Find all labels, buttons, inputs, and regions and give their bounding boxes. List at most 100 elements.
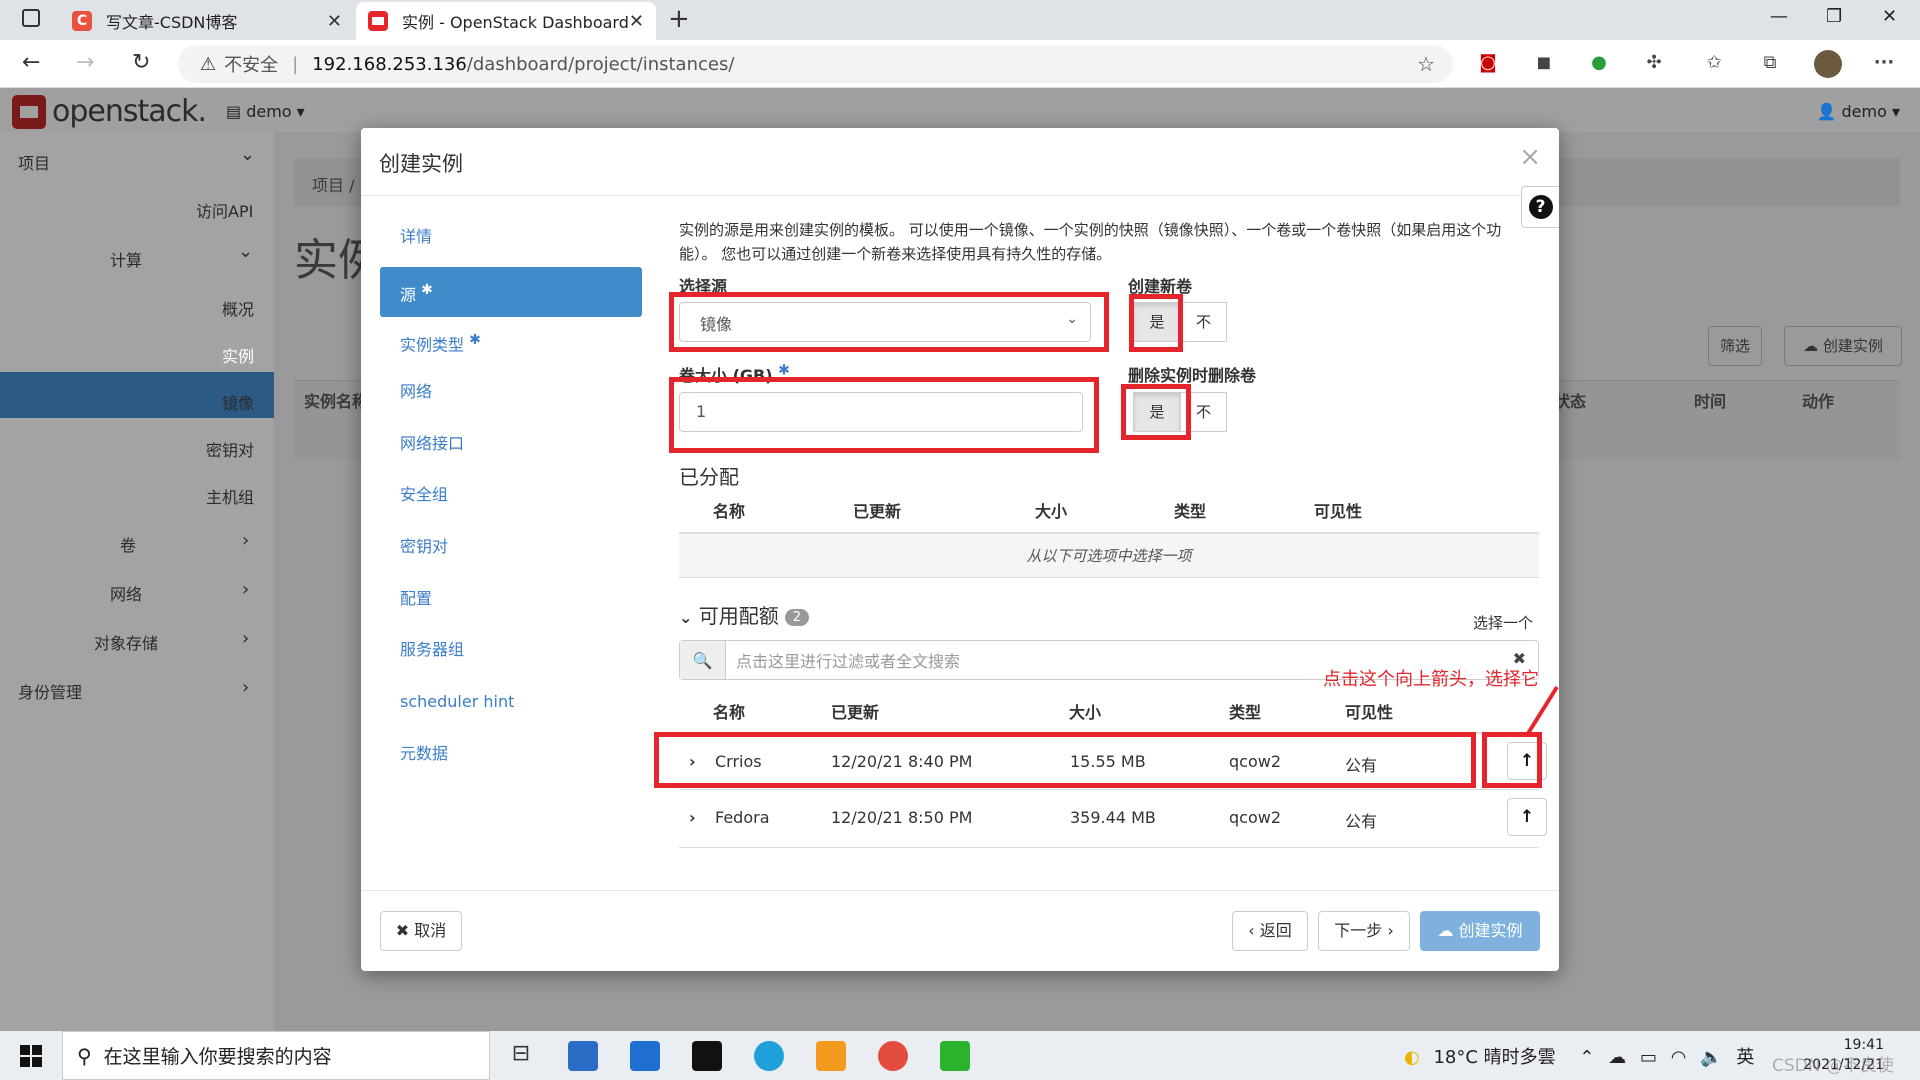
extension-game-icon[interactable]: ◼: [1532, 52, 1556, 76]
sidebar-item-keypairs[interactable]: 密钥对: [206, 437, 254, 461]
sidebar-item-access-api[interactable]: 访问API: [196, 198, 253, 222]
step-scheduler-hint[interactable]: scheduler hint: [380, 679, 642, 729]
collections-icon[interactable]: ⧉: [1758, 52, 1782, 76]
browser-toolbar: ← → ↻ ⚠ 不安全 | 192.168.253.136 /dashboard…: [0, 40, 1920, 88]
top-nav: openstack. ▤ demo ▾ 👤 demo ▾: [0, 88, 1920, 132]
sidebar-item-network[interactable]: 网络 ›: [110, 579, 249, 605]
address-bar[interactable]: ⚠ 不安全 | 192.168.253.136 /dashboard/proje…: [178, 45, 1453, 83]
back-arrow-icon[interactable]: ←: [22, 50, 40, 75]
sidebar-item-project[interactable]: 项目 ⌄: [18, 144, 255, 174]
battery-icon[interactable]: ▭: [1640, 1047, 1657, 1068]
expand-chevron-icon[interactable]: ›: [689, 808, 696, 827]
sidebar-item-label: 访问API: [196, 202, 254, 221]
cloud-icon[interactable]: ☁: [1608, 1047, 1626, 1068]
step-label: 网络: [400, 382, 433, 401]
create-volume-no-button[interactable]: 不: [1180, 303, 1226, 341]
sidebar-item-identity[interactable]: 身份管理 ›: [18, 677, 249, 703]
tab-actions-icon[interactable]: [22, 9, 40, 27]
favorites-icon[interactable]: ✩: [1702, 52, 1726, 76]
profile-avatar[interactable]: [1814, 50, 1842, 78]
separator: |: [292, 53, 299, 75]
cancel-button[interactable]: ✖ 取消: [380, 911, 462, 951]
breadcrumb[interactable]: 项目 /: [312, 172, 354, 196]
store-icon[interactable]: [568, 1041, 598, 1071]
app-red-icon[interactable]: [878, 1041, 908, 1071]
step-network-ports[interactable]: 网络接口: [380, 421, 642, 471]
sidebar-item-server-groups[interactable]: 主机组: [206, 484, 254, 508]
project-menu[interactable]: ▤ demo ▾: [226, 102, 305, 121]
favorite-add-icon[interactable]: ☆: [1417, 52, 1435, 76]
next-button[interactable]: 下一步 ›: [1318, 911, 1410, 951]
wifi-icon[interactable]: ◠: [1671, 1047, 1687, 1068]
mail-icon[interactable]: [630, 1041, 660, 1071]
close-icon[interactable]: ×: [1519, 142, 1541, 172]
vmware-icon[interactable]: [816, 1041, 846, 1071]
step-security-groups[interactable]: 安全组: [380, 472, 642, 522]
sidebar-item-overview[interactable]: 概况: [222, 296, 254, 320]
maximize-button[interactable]: ❐: [1826, 6, 1842, 27]
url-host: 192.168.253.136: [312, 53, 467, 75]
allocate-up-arrow-button[interactable]: ↑: [1507, 798, 1547, 836]
step-details[interactable]: 详情: [380, 214, 642, 264]
step-keypair[interactable]: 密钥对: [380, 524, 642, 574]
windows-start-icon[interactable]: [20, 1045, 42, 1067]
forward-arrow-icon[interactable]: →: [76, 50, 94, 75]
step-server-groups[interactable]: 服务器组: [380, 627, 642, 677]
tab-csdn[interactable]: C 写文章-CSDN博客 ✕: [70, 2, 354, 40]
more-menu-icon[interactable]: ···: [1872, 52, 1896, 76]
step-configuration[interactable]: 配置: [380, 576, 642, 626]
step-source[interactable]: 源 ✱: [380, 267, 642, 317]
user-menu[interactable]: 👤 demo ▾: [1816, 102, 1900, 121]
extension-globe-icon[interactable]: ●: [1587, 52, 1611, 76]
openstack-logo[interactable]: openstack.: [12, 94, 207, 129]
new-tab-button[interactable]: +: [668, 4, 690, 34]
volume-icon[interactable]: 🔈: [1700, 1047, 1722, 1068]
pycharm-icon[interactable]: [692, 1041, 722, 1071]
close-tab-icon[interactable]: ✕: [629, 11, 644, 32]
step-metadata[interactable]: 元数据: [380, 731, 642, 781]
step-networks[interactable]: 网络: [380, 369, 642, 419]
filter-input[interactable]: 点击这里进行过滤或者全文搜索: [736, 648, 960, 672]
edge-icon[interactable]: [754, 1041, 784, 1071]
taskbar-search[interactable]: ⚲ 在这里输入你要搜索的内容: [62, 1031, 490, 1080]
tab-title: 写文章-CSDN博客: [106, 13, 238, 32]
sidebar-item-images[interactable]: 镜像: [222, 390, 254, 414]
create-instance-button-bg[interactable]: ☁ 创建实例: [1784, 326, 1902, 366]
csdn-favicon-icon: C: [72, 11, 92, 31]
back-button[interactable]: ‹ 返回: [1232, 911, 1308, 951]
available-col-size: 大小: [1069, 703, 1102, 722]
extensions-icon[interactable]: ✣: [1642, 52, 1666, 76]
sidebar-item-compute[interactable]: 计算 ⌄: [110, 241, 253, 271]
sidebar-item-label: 卷: [120, 536, 137, 555]
sidebar-item-volumes[interactable]: 卷 ›: [120, 530, 249, 556]
task-view-icon[interactable]: ⊟: [506, 1041, 536, 1071]
sidebar-item-instances[interactable]: 实例: [222, 343, 254, 367]
required-icon: ✱: [469, 332, 481, 348]
close-tab-icon[interactable]: ✕: [327, 11, 342, 32]
sidebar-item-label: 项目: [18, 154, 51, 173]
create-instance-button[interactable]: ☁ 创建实例: [1420, 911, 1540, 951]
iqiyi-icon[interactable]: [940, 1041, 970, 1071]
chevron-down-icon: ⌄: [238, 241, 254, 262]
minimize-button[interactable]: —: [1770, 6, 1788, 27]
available-section-toggle[interactable]: ⌄ 可用配额 2: [679, 600, 810, 629]
taskbar-search-placeholder: 在这里输入你要搜索的内容: [103, 1046, 332, 1068]
step-flavor[interactable]: 实例类型 ✱: [380, 317, 642, 367]
required-icon: ✱: [421, 282, 433, 298]
ime-indicator[interactable]: 英: [1736, 1047, 1754, 1068]
sidebar-item-label: 镜像: [222, 394, 255, 413]
step-label: scheduler hint: [400, 692, 515, 711]
sidebar-item-object-store[interactable]: 对象存储 ›: [94, 628, 249, 654]
close-window-button[interactable]: ✕: [1882, 6, 1897, 27]
step-label: 源: [400, 285, 417, 305]
filter-button[interactable]: 筛选: [1708, 326, 1762, 366]
extension-pocket-icon[interactable]: ◙: [1476, 52, 1500, 76]
tray-chevron-icon[interactable]: ⌃: [1579, 1047, 1594, 1068]
help-button[interactable]: ?: [1521, 186, 1559, 228]
allocated-col-visibility: 可见性: [1314, 502, 1363, 521]
reload-icon[interactable]: ↻: [132, 50, 150, 75]
project-menu-label: demo: [246, 102, 292, 121]
tab-openstack[interactable]: 实例 - OpenStack Dashboard ✕: [356, 2, 656, 40]
table-row[interactable]: › Fedora 12/20/21 8:50 PM 359.44 MB qcow…: [679, 790, 1547, 848]
col-name: 实例名称: [304, 392, 369, 411]
